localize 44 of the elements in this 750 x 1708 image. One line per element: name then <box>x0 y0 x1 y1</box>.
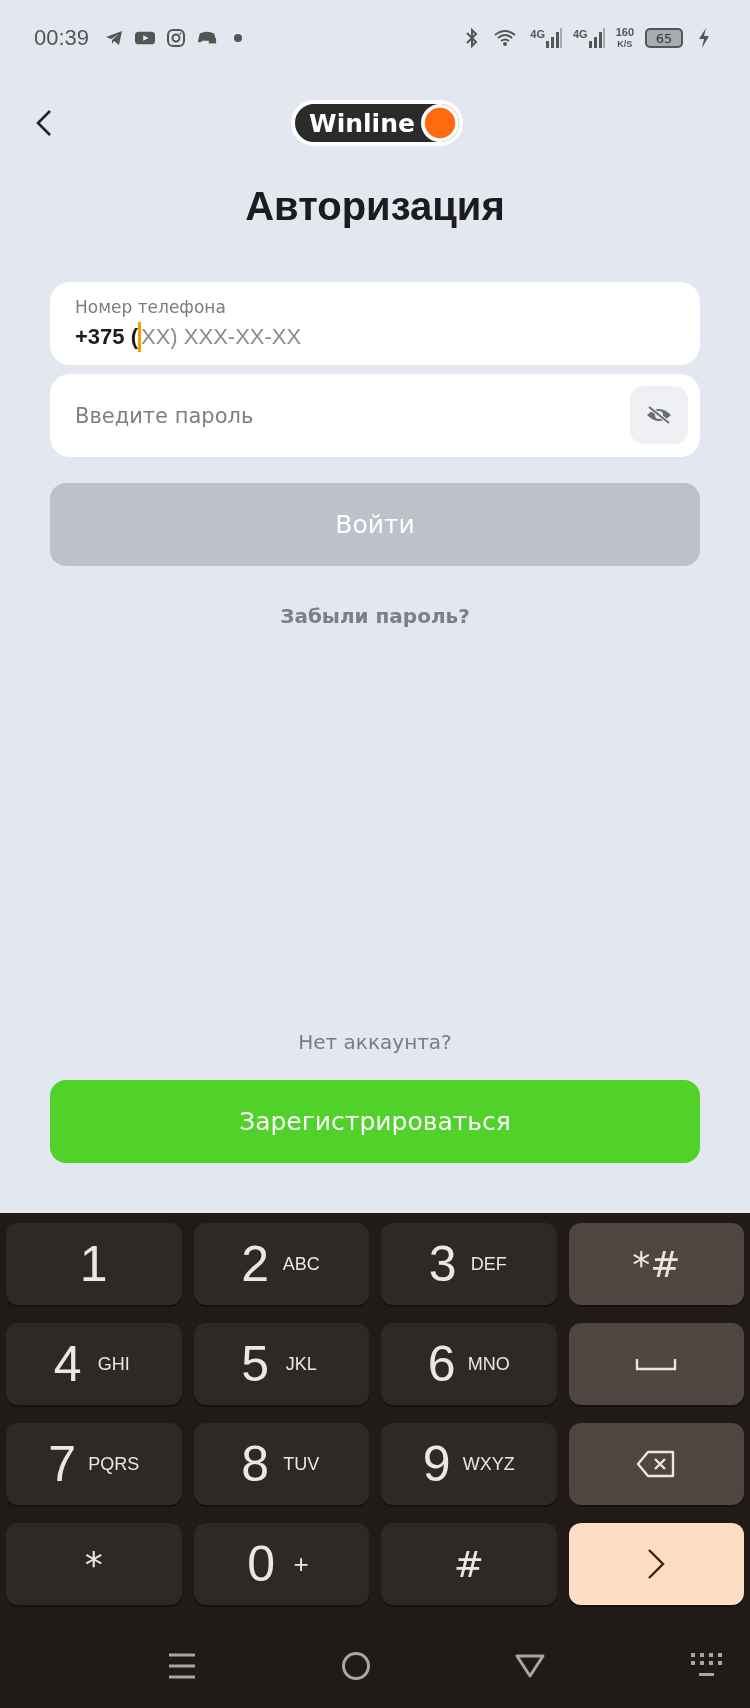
eye-slash-icon <box>645 405 673 425</box>
network-label: 4G <box>572 28 588 40</box>
paper-plane-icon <box>104 28 125 48</box>
network-label: 4G <box>530 28 545 40</box>
no-account-text: Нет аккаунта? <box>298 1030 452 1054</box>
keyboard-key[interactable]: 3 DEF <box>381 1223 557 1305</box>
keyboard-key[interactable]: 7 PQRS <box>6 1423 182 1505</box>
phone-value: +375 ( <box>75 324 138 350</box>
keyboard-key[interactable]: 8 TUV <box>193 1423 369 1505</box>
keyboard-key[interactable]: * <box>6 1523 182 1605</box>
dot-icon <box>234 34 243 42</box>
password-field[interactable]: Введите пароль <box>50 374 700 457</box>
field-label: Номер телефона <box>75 297 227 317</box>
speed-unit: K/S <box>617 38 633 50</box>
backspace-key[interactable] <box>568 1423 744 1505</box>
signal-icon <box>545 28 562 48</box>
backspace-icon <box>636 1450 677 1478</box>
logo-text: Winline <box>309 108 415 138</box>
symbols-key[interactable]: *# <box>568 1223 744 1305</box>
phone-field[interactable]: Номер телефона +375 (XX) XXX-XX-XX <box>50 282 700 365</box>
keyboard-key[interactable]: 9 WXYZ <box>381 1423 557 1505</box>
visibility-toggle-button[interactable] <box>630 386 688 444</box>
keyboard-key[interactable]: 5 JKL <box>193 1323 369 1405</box>
keyboard-key[interactable]: 1 <box>6 1223 182 1305</box>
chevron-right-icon <box>647 1548 666 1580</box>
keyboard-key[interactable]: 4 GHI <box>6 1323 182 1405</box>
back-button[interactable] <box>34 108 54 138</box>
keyboard-key[interactable]: 2 ABC <box>193 1223 369 1305</box>
page-title: Авторизация <box>245 183 505 230</box>
keyboard-key[interactable]: # <box>381 1523 557 1605</box>
keyboard-key[interactable]: 6 MNO <box>381 1323 557 1405</box>
menu-icon[interactable] <box>168 1651 197 1680</box>
home-icon[interactable] <box>340 1650 371 1681</box>
keyboard-key[interactable]: 0 + <box>193 1523 369 1605</box>
phone-mask: XX) XXX-XX-XX <box>141 324 302 350</box>
next-key[interactable] <box>568 1523 744 1605</box>
back-icon[interactable] <box>515 1653 546 1678</box>
battery-percent: 65 <box>655 30 673 46</box>
clock: 00:39 <box>34 25 90 51</box>
camera-icon <box>166 28 187 48</box>
speed-value: 160 <box>615 26 634 38</box>
signal-icon <box>588 28 605 48</box>
logo-mark-icon <box>420 104 459 142</box>
space-icon <box>635 1357 678 1371</box>
